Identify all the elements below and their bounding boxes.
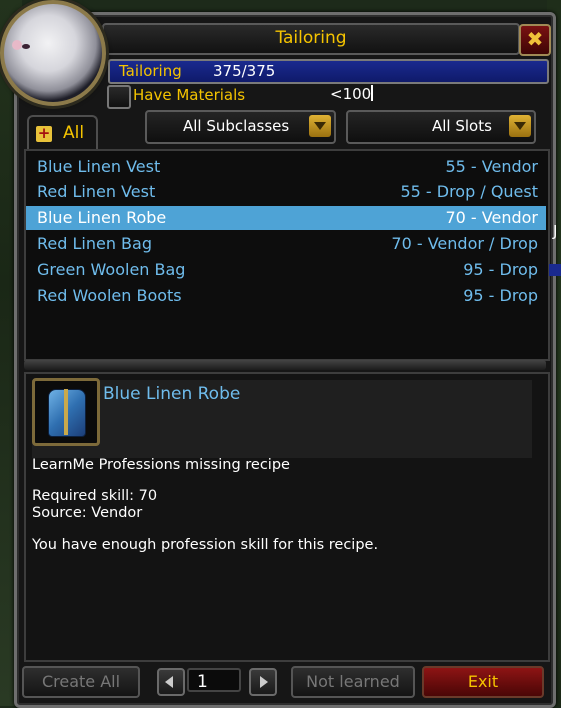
text-cursor <box>371 85 374 101</box>
window-title: Tailoring <box>102 23 520 55</box>
subclass-dropdown-label: All Subclasses <box>183 117 290 135</box>
side-glyph: J <box>553 222 558 240</box>
recipe-name: Blue Linen Robe <box>37 208 167 227</box>
page-prev-button[interactable] <box>157 668 185 696</box>
recipe-name: Red Linen Bag <box>37 234 152 253</box>
robe-trim <box>64 389 68 435</box>
skill-label: Tailoring <box>119 62 182 80</box>
recipe-source: 55 - Drop / Quest <box>400 182 538 201</box>
panel-divider[interactable] <box>24 360 546 370</box>
have-materials-label[interactable]: Have Materials <box>133 86 245 104</box>
exit-button[interactable]: Exit <box>422 666 544 698</box>
subclass-dropdown[interactable]: All Subclasses <box>145 110 336 144</box>
recipe-name: Red Linen Vest <box>37 182 156 201</box>
slot-dropdown[interactable]: All Slots <box>346 110 536 144</box>
tab-all[interactable]: + All <box>27 115 98 151</box>
detail-line-source: Source: Vendor <box>32 505 143 521</box>
portrait-eye <box>22 44 30 49</box>
detail-line-missing: LearnMe Professions missing recipe <box>32 457 290 473</box>
slot-dropdown-label: All Slots <box>432 117 492 135</box>
list-item[interactable]: Red Linen Vest 55 - Drop / Quest <box>26 180 546 204</box>
search-value: <100 <box>330 85 372 103</box>
list-item[interactable]: Red Linen Bag 70 - Vendor / Drop <box>26 232 546 256</box>
page-number-input[interactable]: 1 <box>187 668 241 692</box>
tab-all-label: All <box>63 123 85 143</box>
recipe-source: 55 - Vendor <box>445 157 538 176</box>
recipe-source: 70 - Vendor <box>445 208 538 227</box>
recipe-source: 70 - Vendor / Drop <box>391 234 538 253</box>
close-button[interactable]: ✖ <box>519 24 551 56</box>
skill-value: 375/375 <box>213 62 276 80</box>
detail-line-status: You have enough profession skill for thi… <box>32 537 379 553</box>
recipe-name: Green Woolen Bag <box>37 260 186 279</box>
list-item[interactable]: Red Woolen Boots 95 - Drop <box>26 284 546 308</box>
side-bar <box>549 264 561 276</box>
item-icon[interactable] <box>32 378 100 446</box>
skill-bar: Tailoring 375/375 <box>108 59 549 84</box>
item-name: Blue Linen Robe <box>103 384 241 404</box>
detail-line-required: Required skill: 70 <box>32 488 158 504</box>
have-materials-checkbox[interactable] <box>107 85 131 109</box>
plus-icon: + <box>36 124 52 142</box>
list-item[interactable]: Blue Linen Vest 55 - Vendor <box>26 155 546 179</box>
recipe-name: Red Woolen Boots <box>37 286 182 305</box>
character-portrait <box>0 0 106 106</box>
recipe-source: 95 - Drop <box>463 286 538 305</box>
list-item-selected[interactable]: Blue Linen Robe 70 - Vendor <box>26 206 546 230</box>
chevron-down-icon[interactable] <box>509 115 531 137</box>
chevron-down-icon[interactable] <box>309 115 331 137</box>
recipe-name: Blue Linen Vest <box>37 157 161 176</box>
not-learned-button[interactable]: Not learned <box>291 666 415 698</box>
list-item[interactable]: Green Woolen Bag 95 - Drop <box>26 258 546 282</box>
page-next-button[interactable] <box>249 668 277 696</box>
create-all-button[interactable]: Create All <box>22 666 140 698</box>
portrait-ear <box>12 40 22 50</box>
search-input[interactable]: <100 <box>322 84 552 105</box>
recipe-source: 95 - Drop <box>463 260 538 279</box>
